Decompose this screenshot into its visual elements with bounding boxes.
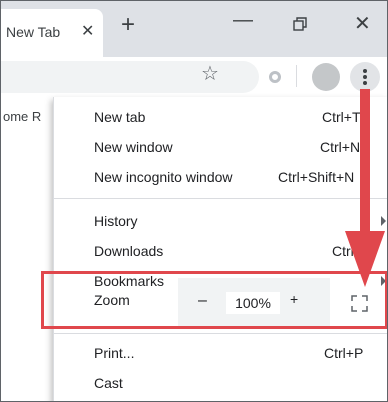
address-bar[interactable]: [1, 61, 259, 93]
menu-dot: [363, 69, 367, 73]
menu-item-label: New incognito window: [94, 169, 233, 185]
browser-window: New Tab ✕ + — ✕ ☆ ome R New tab Ctrl+T N: [0, 0, 388, 402]
more-vert-icon[interactable]: [350, 62, 380, 92]
bookmark-item[interactable]: ome R: [3, 109, 41, 124]
zoom-highlight-box: [41, 271, 387, 329]
menu-item-new-tab[interactable]: New tab Ctrl+T: [54, 103, 387, 133]
menu-divider: [54, 198, 387, 199]
menu-item-label: Downloads: [94, 243, 164, 259]
menu-item-shortcut: Ctrl+P: [324, 345, 364, 361]
menu-dot: [363, 75, 367, 79]
menu-item-label: Cast: [94, 375, 123, 391]
menu-item-label: New tab: [94, 109, 146, 125]
menu-item-new-window[interactable]: New window Ctrl+N: [54, 133, 387, 163]
close-icon[interactable]: ✕: [81, 21, 94, 41]
extension-icon[interactable]: [269, 71, 281, 83]
toolbar-divider: [296, 65, 297, 87]
menu-item-new-incognito-window[interactable]: New incognito window Ctrl+Shift+N: [54, 163, 387, 193]
minimize-icon[interactable]: —: [233, 9, 253, 32]
star-icon[interactable]: ☆: [201, 61, 219, 86]
menu-item-print[interactable]: Print... Ctrl+P: [54, 339, 387, 369]
menu-item-label: New window: [94, 139, 173, 155]
annotation-arrow-icon: [345, 89, 385, 287]
tab-title: New Tab: [6, 24, 61, 40]
close-icon[interactable]: ✕: [354, 11, 371, 36]
menu-item-downloads[interactable]: Downloads Ctrl+J: [54, 237, 387, 267]
menu-item-label: Print...: [94, 345, 135, 361]
menu-item-label: History: [94, 213, 138, 229]
menu-dot: [363, 81, 367, 85]
toolbar: ☆: [1, 57, 387, 99]
chrome-menu: New tab Ctrl+T New window Ctrl+N New inc…: [53, 97, 387, 401]
profile-icon[interactable]: [312, 63, 340, 91]
tab-new-tab[interactable]: New Tab ✕: [1, 9, 103, 57]
plus-icon[interactable]: +: [121, 11, 135, 39]
menu-item-history[interactable]: History: [54, 207, 387, 237]
restore-icon[interactable]: [293, 17, 307, 31]
menu-divider: [54, 333, 387, 334]
tab-strip: New Tab ✕ + — ✕: [1, 1, 387, 57]
menu-item-cast[interactable]: Cast: [54, 369, 387, 399]
